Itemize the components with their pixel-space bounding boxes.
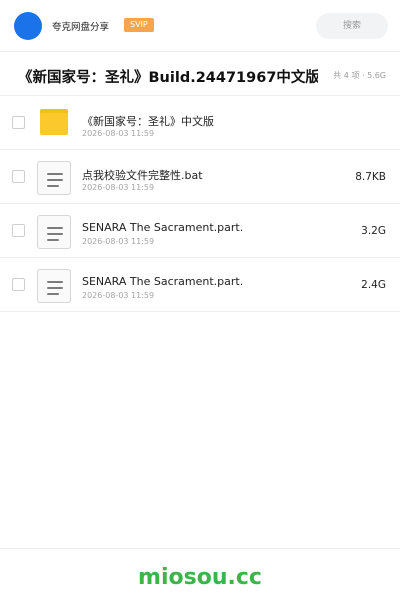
file-checkbox[interactable]: [12, 170, 25, 183]
file-size: 3.2G: [361, 225, 386, 237]
share-page: 夸克网盘分享 SVIP 搜索 《新国家号：圣礼》Build.24471967中文…: [0, 0, 400, 600]
file-date: 2026-08-03 11:59: [82, 291, 155, 300]
file-name: SENARA The Sacrament.part…: [82, 275, 242, 288]
document-icon: [37, 269, 71, 303]
footer: miosou.cc: [0, 548, 400, 600]
file-date: 2026-08-03 11:59: [82, 129, 155, 138]
search-button[interactable]: 搜索: [316, 13, 388, 39]
file-list: 《新国家号：圣礼》中文版 2026-08-03 11:59 点我校验文件完整性.…: [0, 96, 400, 312]
header: 夸克网盘分享 SVIP 搜索: [0, 0, 400, 52]
file-size: 8.7KB: [355, 171, 386, 183]
file-date: 2026-08-03 11:59: [82, 237, 155, 246]
file-checkbox[interactable]: [12, 278, 25, 291]
file-name: 点我校验文件完整性.bat: [82, 169, 203, 182]
file-checkbox[interactable]: [12, 224, 25, 237]
file-row[interactable]: SENARA The Sacrament.part… 2026-08-03 11…: [0, 258, 400, 312]
file-row[interactable]: 点我校验文件完整性.bat 2026-08-03 11:59 8.7KB: [0, 150, 400, 204]
folder-title: 《新国家号：圣礼》Build.24471967中文版: [18, 70, 318, 86]
file-row[interactable]: 《新国家号：圣礼》中文版 2026-08-03 11:59: [0, 96, 400, 150]
document-icon: [37, 215, 71, 249]
file-date: 2026-08-03 11:59: [82, 183, 155, 192]
folder-icon: [37, 107, 71, 141]
folder-header: 《新国家号：圣礼》Build.24471967中文版 共 4 项 · 5.6G: [0, 52, 400, 96]
app-name: 夸克网盘分享: [52, 22, 110, 33]
file-size: 2.4G: [361, 279, 386, 291]
folder-summary: 共 4 项 · 5.6G: [333, 71, 386, 80]
user-avatar[interactable]: [14, 12, 42, 40]
brand-watermark[interactable]: miosou.cc: [0, 565, 400, 590]
file-row[interactable]: SENARA The Sacrament.part… 2026-08-03 11…: [0, 204, 400, 258]
file-name: SENARA The Sacrament.part…: [82, 221, 242, 234]
document-icon: [37, 161, 71, 195]
file-checkbox[interactable]: [12, 116, 25, 129]
file-name: 《新国家号：圣礼》中文版: [82, 115, 214, 128]
svip-badge: SVIP: [124, 18, 154, 32]
